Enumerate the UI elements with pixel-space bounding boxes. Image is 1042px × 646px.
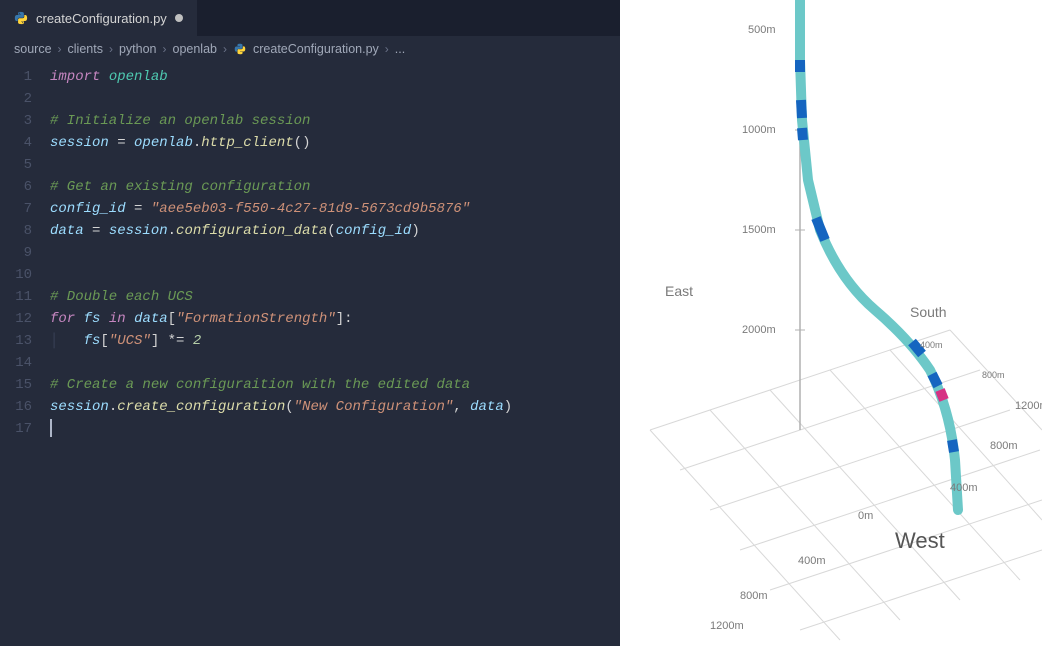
line-number: 15 [0, 374, 32, 396]
line-number-gutter: 1234567891011121314151617 [0, 66, 50, 646]
line-number: 14 [0, 352, 32, 374]
visualization-pane[interactable]: 500m 1000m 1500m 2000m East South West 0… [620, 0, 1042, 646]
code-line[interactable]: config_id = "aee5eb03-f550-4c27-81d9-567… [50, 198, 620, 220]
tab-filename: createConfiguration.py [36, 11, 167, 26]
file-tab[interactable]: createConfiguration.py [0, 0, 197, 36]
depth-tick-label: 500m [748, 24, 776, 36]
code-line[interactable]: # Get an existing configuration [50, 176, 620, 198]
grid-tick-label: 800m [990, 440, 1018, 452]
line-number: 12 [0, 308, 32, 330]
code-line[interactable] [50, 418, 620, 440]
code-line[interactable] [50, 154, 620, 176]
code-line[interactable]: session = openlab.http_client() [50, 132, 620, 154]
tab-bar: createConfiguration.py [0, 0, 620, 36]
code-line[interactable]: data = session.configuration_data(config… [50, 220, 620, 242]
code-line[interactable]: import openlab [50, 66, 620, 88]
code-content[interactable]: import openlab # Initialize an openlab se… [50, 66, 620, 646]
code-line[interactable]: session.create_configuration("New Config… [50, 396, 620, 418]
chevron-right-icon: › [163, 42, 167, 56]
line-number: 17 [0, 418, 32, 440]
grid-tick-label: 1200m [710, 620, 744, 632]
chevron-right-icon: › [223, 42, 227, 56]
code-line[interactable] [50, 352, 620, 374]
line-number: 11 [0, 286, 32, 308]
breadcrumb-segment[interactable]: python [119, 42, 157, 56]
line-number: 2 [0, 88, 32, 110]
grid-tick-label: 0m [858, 510, 873, 522]
line-number: 10 [0, 264, 32, 286]
axis-label-west: West [895, 528, 945, 554]
grid-tick-label: 800m [982, 370, 1005, 380]
code-line[interactable]: for fs in data["FormationStrength"]: [50, 308, 620, 330]
breadcrumb-segment[interactable]: openlab [173, 42, 218, 56]
grid-tick-label: 400m [950, 482, 978, 494]
depth-tick-label: 2000m [742, 324, 776, 336]
line-number: 1 [0, 66, 32, 88]
code-line[interactable]: # Double each UCS [50, 286, 620, 308]
chevron-right-icon: › [385, 42, 389, 56]
line-number: 9 [0, 242, 32, 264]
breadcrumb-segment[interactable]: clients [68, 42, 103, 56]
code-line[interactable] [50, 264, 620, 286]
axis-label-east: East [665, 283, 693, 299]
grid-tick-label: 1200m [1015, 400, 1042, 412]
python-file-icon [233, 42, 247, 56]
line-number: 3 [0, 110, 32, 132]
code-line[interactable]: # Initialize an openlab session [50, 110, 620, 132]
line-number: 13 [0, 330, 32, 352]
chevron-right-icon: › [58, 42, 62, 56]
code-line[interactable] [50, 242, 620, 264]
code-line[interactable]: │ fs["UCS"] *= 2 [50, 330, 620, 352]
grid-tick-label: 400m [920, 340, 943, 350]
breadcrumb-segment[interactable]: ... [395, 42, 405, 56]
dirty-indicator-icon [175, 14, 183, 22]
code-line[interactable]: # Create a new configuraition with the e… [50, 374, 620, 396]
wellbore-3d-plot[interactable] [620, 0, 1042, 646]
line-number: 4 [0, 132, 32, 154]
depth-tick-label: 1000m [742, 124, 776, 136]
breadcrumb[interactable]: source › clients › python › openlab › cr… [0, 36, 620, 62]
line-number: 16 [0, 396, 32, 418]
line-number: 7 [0, 198, 32, 220]
axis-label-south: South [910, 304, 947, 320]
python-file-icon [14, 11, 28, 25]
chevron-right-icon: › [109, 42, 113, 56]
editor-pane: createConfiguration.py source › clients … [0, 0, 620, 646]
grid-tick-label: 800m [740, 590, 768, 602]
line-number: 8 [0, 220, 32, 242]
breadcrumb-segment[interactable]: source [14, 42, 52, 56]
line-number: 6 [0, 176, 32, 198]
breadcrumb-segment[interactable]: createConfiguration.py [253, 42, 379, 56]
text-cursor [50, 419, 52, 437]
code-line[interactable] [50, 88, 620, 110]
line-number: 5 [0, 154, 32, 176]
depth-tick-label: 1500m [742, 224, 776, 236]
grid-tick-label: 400m [798, 555, 826, 567]
code-editor[interactable]: 1234567891011121314151617 import openlab… [0, 62, 620, 646]
